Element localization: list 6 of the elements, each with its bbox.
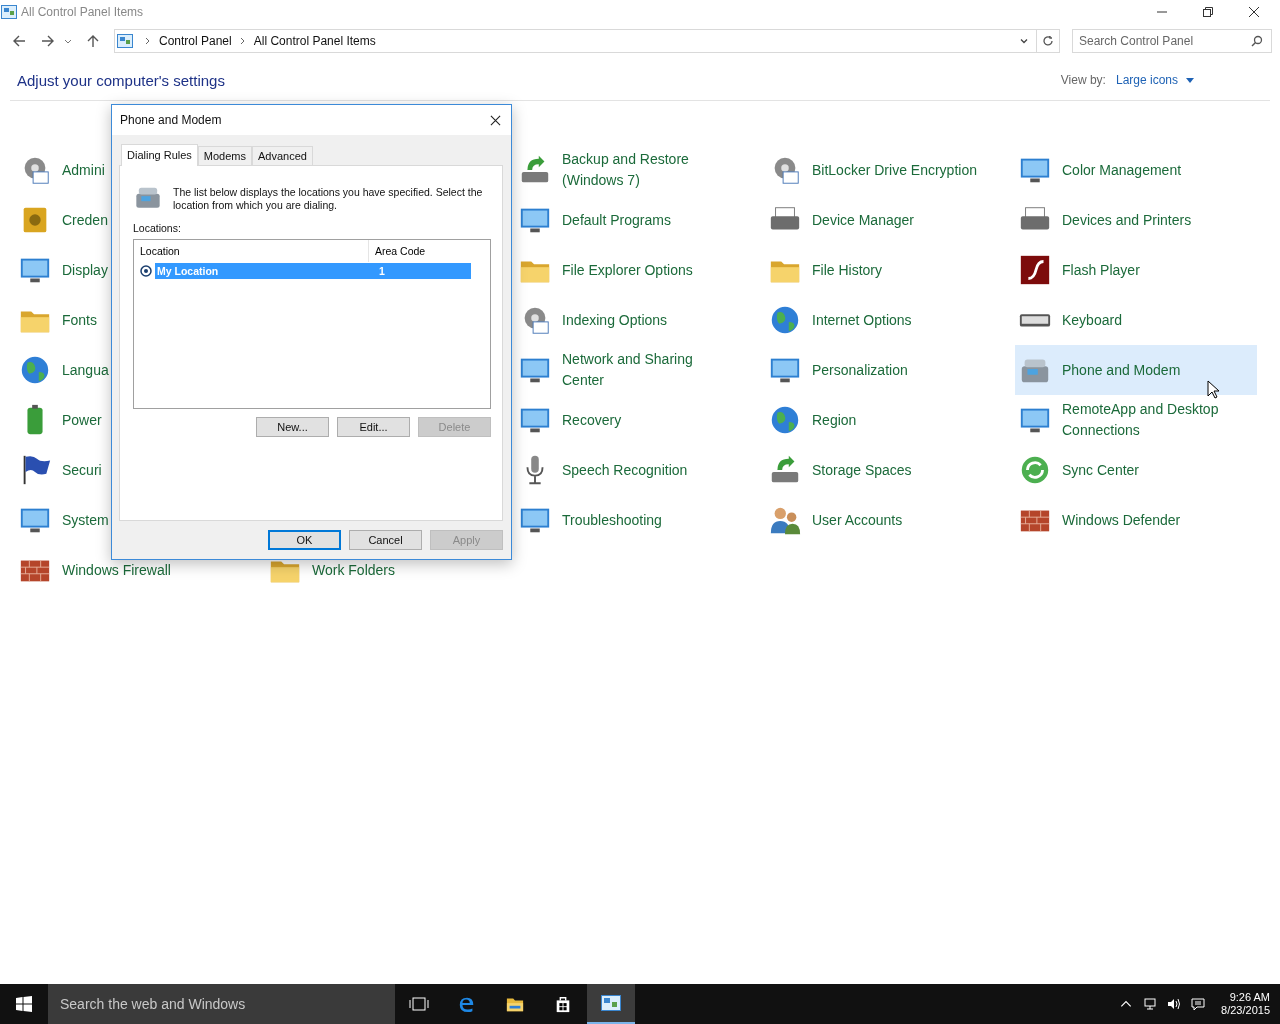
description-text: The list below displays the locations you have specified. Select the location from which you are dialing. <box>173 185 484 212</box>
page-heading: Adjust your computer's settings <box>17 71 225 89</box>
dialog-title: Phone and Modem <box>120 113 222 127</box>
locations-label: Locations: <box>133 222 182 234</box>
view-by-label: View by: <box>1060 73 1106 87</box>
window-title: All Control Panel Items <box>21 5 144 19</box>
